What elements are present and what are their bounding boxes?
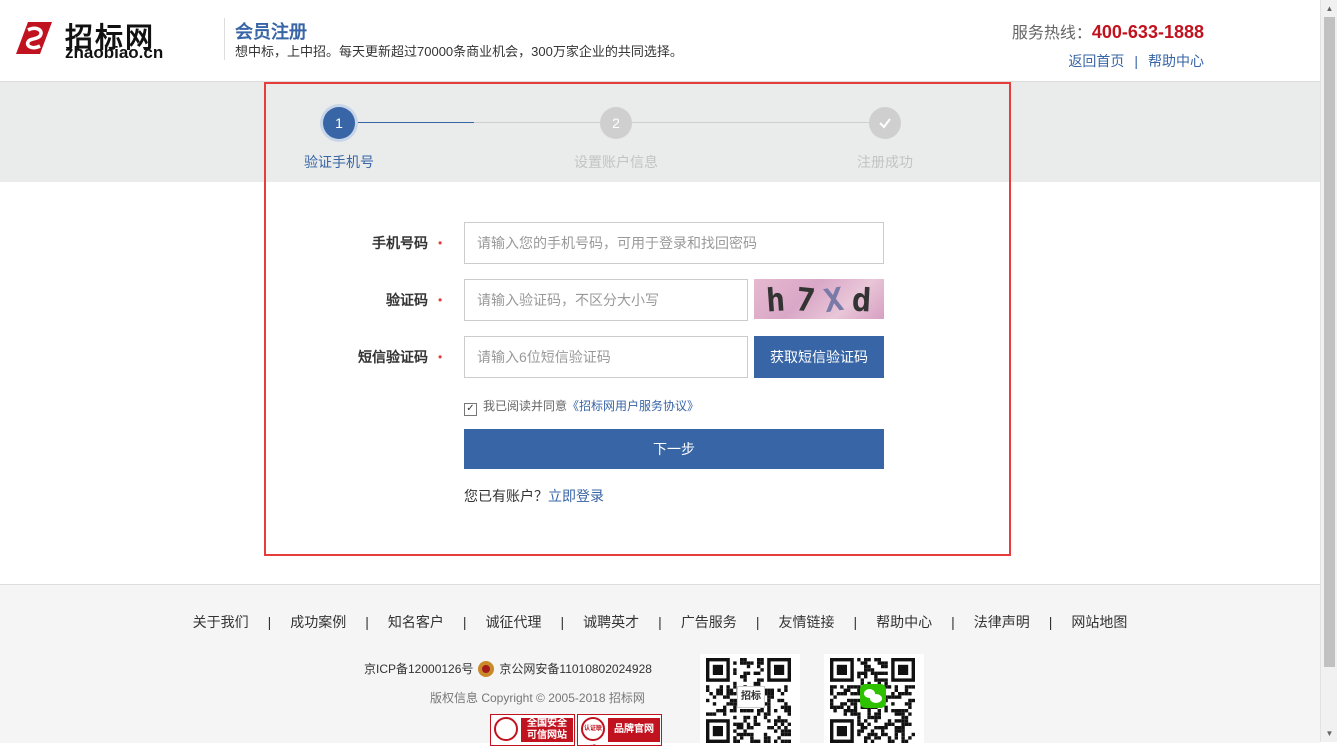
service-hotline: 服务热线：400-633-1888 bbox=[1012, 19, 1204, 43]
required-mark: • bbox=[438, 236, 443, 250]
phone-label: 手机号码 bbox=[372, 235, 428, 251]
sms-label: 短信验证码 bbox=[358, 349, 428, 365]
footer-link[interactable]: 诚征代理 bbox=[486, 612, 542, 632]
agree-checkbox[interactable]: ✓ bbox=[464, 403, 477, 416]
qr-code-wechat bbox=[824, 654, 924, 744]
captcha-label: 验证码 bbox=[386, 292, 428, 308]
copyright: 版权信息 Copyright © 2005-2018 招标网 bbox=[430, 691, 645, 705]
icp-number[interactable]: 京ICP备12000126号 bbox=[364, 662, 473, 676]
footer-link-separator: | bbox=[853, 614, 858, 630]
brand-site-badge-text: 品牌官网 bbox=[608, 718, 660, 742]
agree-text: 我已阅读并同意 bbox=[483, 399, 568, 413]
hotline-label: 服务热线： bbox=[1011, 25, 1092, 42]
logo-text-en: zhaobiao.cn bbox=[65, 43, 164, 62]
sms-code-input[interactable] bbox=[464, 336, 748, 378]
qr-center-logo: 招标 bbox=[737, 686, 765, 708]
footer-link[interactable]: 成功案例 bbox=[290, 612, 346, 632]
get-sms-code-button[interactable]: 获取短信验证码 bbox=[754, 336, 884, 378]
footer-link-separator: | bbox=[1048, 614, 1053, 630]
header-links: 返回首页 | 帮助中心 bbox=[1068, 51, 1204, 71]
footer-link[interactable]: 广告服务 bbox=[681, 612, 737, 632]
trusted-site-badge[interactable]: 全国安全 可信网站 bbox=[490, 714, 575, 746]
footer-link-separator: | bbox=[951, 614, 955, 630]
tagline: 想中标，上中招。每天更新超过70000条商业机会，300万家企业的共同选择。 bbox=[235, 44, 683, 59]
footer-link-separator: | bbox=[658, 614, 662, 630]
service-agreement-link[interactable]: 《招标网用户服务协议》 bbox=[567, 399, 699, 413]
brand-site-badge[interactable]: 认证联盟 品牌官网 bbox=[577, 714, 662, 746]
agreement-row: ✓ 我已阅读并同意《招标网用户服务协议》 bbox=[464, 397, 699, 416]
site-logo[interactable]: 招标网 zhaobiao.cn bbox=[14, 16, 174, 62]
footer-link-separator: | bbox=[755, 614, 760, 630]
trusted-site-badge-text: 全国安全 可信网站 bbox=[521, 718, 573, 742]
hotline-number: 400-633-1888 bbox=[1091, 22, 1204, 42]
login-prompt: 您已有账户？立即登录 bbox=[464, 486, 604, 506]
footer-link[interactable]: 帮助中心 bbox=[876, 612, 932, 632]
footer-link[interactable]: 知名客户 bbox=[388, 612, 444, 632]
police-record[interactable]: 京公网安备11010802024928 bbox=[499, 662, 652, 676]
scroll-thumb[interactable] bbox=[1324, 17, 1335, 667]
trust-seal-icon bbox=[494, 717, 518, 741]
required-mark: • bbox=[438, 293, 443, 307]
required-mark: • bbox=[438, 350, 443, 364]
captcha-char: 7 bbox=[794, 280, 818, 319]
back-home-link[interactable]: 返回首页 bbox=[1068, 53, 1124, 69]
police-badge-icon bbox=[478, 661, 495, 677]
vertical-scrollbar[interactable]: ▲ ▼ bbox=[1320, 0, 1337, 742]
footer-link[interactable]: 关于我们 bbox=[193, 612, 249, 632]
footer-link-separator: | bbox=[462, 614, 467, 630]
site-footer: 关于我们 | 成功案例 | 知名客户 | 诚征代理 | 诚聘英才 | 广告服务 | 友情链接 | 帮助中心 |… bbox=[0, 584, 1320, 746]
login-link[interactable]: 立即登录 bbox=[548, 488, 604, 504]
footer-link[interactable]: 法律声明 bbox=[974, 612, 1030, 632]
login-prompt-text: 您已有账户？ bbox=[464, 488, 548, 504]
footer-link-separator: | bbox=[267, 614, 272, 630]
footer-links: 关于我们 | 成功案例 | 知名客户 | 诚征代理 | 诚聘英才 | 广告服务 | 友情链接 | 帮助中心 |… bbox=[0, 612, 1320, 632]
footer-link[interactable]: 网站地图 bbox=[1071, 612, 1127, 632]
help-center-link[interactable]: 帮助中心 bbox=[1148, 53, 1204, 69]
captcha-char: d bbox=[851, 280, 873, 319]
phone-input[interactable] bbox=[464, 222, 884, 264]
captcha-input[interactable] bbox=[464, 279, 748, 321]
captcha-char: h bbox=[764, 280, 787, 319]
next-step-button[interactable]: 下一步 bbox=[464, 429, 884, 469]
footer-link-separator: | bbox=[560, 614, 565, 630]
link-separator: | bbox=[1134, 53, 1138, 69]
site-header: 招标网 zhaobiao.cn 会员注册 想中标，上中招。每天更新超过70000… bbox=[0, 0, 1320, 82]
footer-link-separator: | bbox=[365, 614, 369, 630]
icp-info: 京ICP备12000126号 京公网安备11010802024928 bbox=[364, 660, 652, 677]
footer-link[interactable]: 诚聘英才 bbox=[583, 612, 639, 632]
scroll-down-arrow-icon[interactable]: ▼ bbox=[1321, 725, 1337, 742]
logo-mark-icon bbox=[16, 22, 52, 54]
certification-seal-icon: 认证联盟 bbox=[581, 717, 605, 741]
qr-code-app: 招标 bbox=[700, 654, 800, 744]
header-divider bbox=[224, 18, 225, 60]
footer-link[interactable]: 友情链接 bbox=[778, 612, 834, 632]
captcha-image[interactable]: h 7 X d bbox=[754, 279, 884, 319]
wechat-icon bbox=[860, 684, 886, 708]
captcha-char: X bbox=[821, 279, 846, 319]
scroll-up-arrow-icon[interactable]: ▲ bbox=[1321, 0, 1337, 17]
seal-text: 认证联盟 bbox=[583, 726, 602, 732]
